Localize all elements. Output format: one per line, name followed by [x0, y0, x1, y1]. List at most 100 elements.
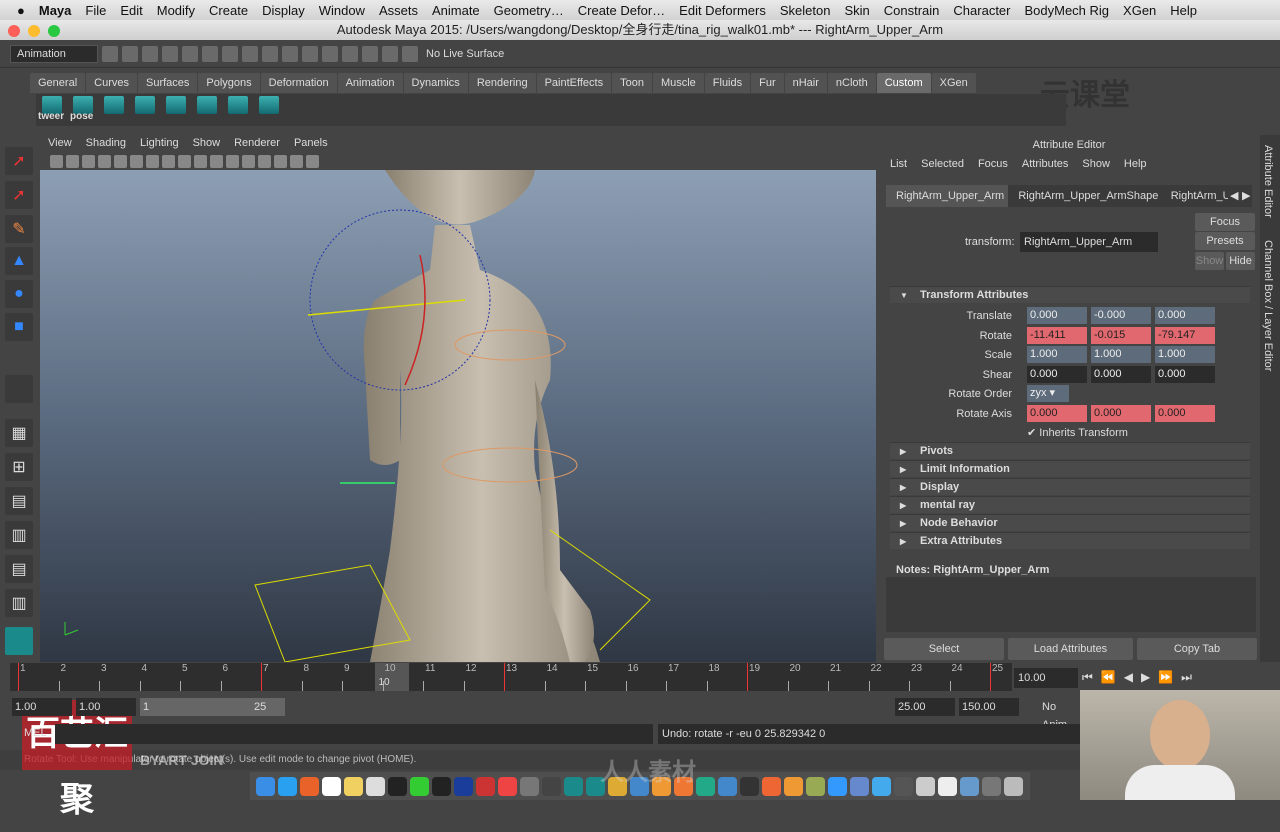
menu-window[interactable]: Window	[312, 3, 372, 18]
menu-constrain[interactable]: Constrain	[877, 3, 947, 18]
shelf-tab-surfaces[interactable]: Surfaces	[137, 73, 198, 93]
notes-textarea[interactable]	[886, 577, 1256, 632]
render-icon[interactable]	[322, 45, 338, 62]
dock-app-icon[interactable]	[850, 776, 869, 796]
menu-edit-deformers[interactable]: Edit Deformers	[672, 3, 773, 18]
outliner-layout-icon[interactable]: ▤	[5, 487, 33, 515]
start-time-field[interactable]: 1.00	[12, 698, 72, 716]
shelf-tab-polygons[interactable]: Polygons	[198, 73, 260, 93]
select-hierarchy-icon[interactable]	[162, 45, 178, 62]
paint-select-icon[interactable]: ✎	[5, 215, 33, 243]
viewport-menu-show[interactable]: Show	[193, 135, 221, 152]
shelf-button[interactable]	[135, 96, 155, 114]
shadows-icon[interactable]	[274, 154, 287, 168]
menu-modify[interactable]: Modify	[150, 3, 202, 18]
menu-create-deformers[interactable]: Create Defor…	[571, 3, 672, 18]
dock-app-icon[interactable]	[344, 776, 363, 796]
dock-app-icon[interactable]	[828, 776, 847, 796]
render-settings-icon[interactable]	[362, 45, 378, 62]
shelf-tab-custom[interactable]: Custom	[876, 73, 931, 93]
bookmark-icon[interactable]	[82, 154, 95, 168]
shelf-tab-muscle[interactable]: Muscle	[652, 73, 704, 93]
menu-edit[interactable]: Edit	[113, 3, 149, 18]
dock-app-icon[interactable]	[762, 776, 781, 796]
xray-icon[interactable]	[306, 154, 319, 168]
section-pivots[interactable]: Pivots	[890, 442, 1250, 460]
tab-next-node[interactable]: RightArm_U	[1161, 185, 1228, 207]
menu-maya[interactable]: Maya	[32, 3, 79, 18]
shelf-tab-general[interactable]: General	[30, 73, 86, 93]
dock-app-icon[interactable]	[916, 776, 935, 796]
close-window-button[interactable]	[8, 25, 20, 37]
dock-app-icon[interactable]	[278, 776, 297, 796]
shelf-tab-xgen[interactable]: XGen	[931, 73, 976, 93]
menu-animate[interactable]: Animate	[425, 3, 487, 18]
dock-app-icon[interactable]	[696, 776, 715, 796]
zoom-window-button[interactable]	[48, 25, 60, 37]
rotate-tool-icon[interactable]: ●	[5, 280, 33, 308]
scale-tool-icon[interactable]: ■	[5, 313, 33, 341]
hypershade-layout-icon[interactable]: ▤	[5, 555, 33, 583]
dock-app-icon[interactable]	[432, 776, 451, 796]
select-object-icon[interactable]	[182, 45, 198, 62]
section-transform-attributes[interactable]: Transform Attributes	[890, 286, 1250, 304]
rotate-y-field[interactable]: -0.015	[1091, 326, 1151, 344]
show-button[interactable]: Show	[1195, 252, 1224, 270]
dock-app-icon[interactable]	[410, 776, 429, 796]
last-tool-icon[interactable]	[5, 375, 33, 403]
menu-xgen[interactable]: XGen	[1116, 3, 1163, 18]
grid-icon[interactable]	[114, 154, 127, 168]
shear-y-field[interactable]: 0.000	[1091, 365, 1151, 383]
section-mental-ray[interactable]: mental ray	[890, 496, 1250, 514]
dock-app-icon[interactable]	[388, 776, 407, 796]
dock-app-icon[interactable]	[872, 776, 891, 796]
rotate-axis-x-field[interactable]: 0.000	[1027, 405, 1087, 422]
translate-z-field[interactable]: 0.000	[1155, 307, 1215, 324]
shear-z-field[interactable]: 0.000	[1155, 365, 1215, 383]
shelf-tab-nhair[interactable]: nHair	[784, 73, 827, 93]
dock-app-icon[interactable]	[476, 776, 495, 796]
rotate-z-field[interactable]: -79.147	[1155, 326, 1215, 344]
field-chart-icon[interactable]	[178, 154, 191, 168]
playback-start-field[interactable]: 1.00	[76, 698, 136, 716]
anim-layer-select[interactable]: No Anim	[1028, 698, 1080, 731]
viewport-scene[interactable]	[40, 170, 876, 662]
graph-editor-layout-icon[interactable]: ▥	[5, 521, 33, 549]
film-gate-icon[interactable]	[130, 154, 143, 168]
menu-help[interactable]: Help	[1163, 3, 1204, 18]
dock-app-icon[interactable]	[806, 776, 825, 796]
viewport-menu-shading[interactable]: Shading	[86, 135, 126, 152]
rotate-order-select[interactable]: zyx ▾	[1027, 385, 1069, 402]
dock-app-icon[interactable]	[366, 776, 385, 796]
shelf-tab-animation[interactable]: Animation	[337, 73, 403, 93]
playback-controls[interactable]: ⏮⏪◀▶⏩⏭	[1082, 670, 1200, 685]
tab-scroll-left-icon[interactable]: ◀	[1228, 185, 1240, 207]
dock-app-icon[interactable]	[300, 776, 319, 796]
menu-set-select[interactable]: Animation	[10, 44, 98, 63]
history-icon[interactable]	[302, 45, 318, 62]
section-node-behavior[interactable]: Node Behavior	[890, 514, 1250, 532]
shelf-button[interactable]	[104, 96, 124, 114]
inherits-transform-checkbox[interactable]: ✔ Inherits Transform	[1027, 424, 1128, 442]
dock-app-icon[interactable]	[498, 776, 517, 796]
dock-app-icon[interactable]	[542, 776, 561, 796]
viewport-menu-lighting[interactable]: Lighting	[140, 135, 179, 152]
camera-icon[interactable]	[50, 154, 63, 168]
presets-button[interactable]: Presets	[1195, 232, 1255, 250]
menu-create[interactable]: Create	[202, 3, 255, 18]
section-extra-attributes[interactable]: Extra Attributes	[890, 532, 1250, 550]
dock-app-icon[interactable]	[256, 776, 275, 796]
menu-assets[interactable]: Assets	[372, 3, 425, 18]
four-pane-layout-icon[interactable]: ⊞	[5, 453, 33, 481]
rotate-axis-y-field[interactable]: 0.000	[1091, 405, 1151, 422]
ae-menu-help[interactable]: Help	[1124, 153, 1147, 175]
smooth-shade-icon[interactable]	[226, 154, 239, 168]
select-component-icon[interactable]	[202, 45, 218, 62]
rotate-x-field[interactable]: -11.411	[1027, 326, 1087, 344]
scale-y-field[interactable]: 1.000	[1091, 346, 1151, 363]
tab-shape-node[interactable]: RightArm_Upper_ArmShape	[1008, 185, 1160, 207]
camera-attributes-icon[interactable]	[66, 154, 79, 168]
dock-app-icon[interactable]	[718, 776, 737, 796]
menu-bodymech-rig[interactable]: BodyMech Rig	[1017, 3, 1116, 18]
command-input[interactable]	[55, 724, 653, 744]
